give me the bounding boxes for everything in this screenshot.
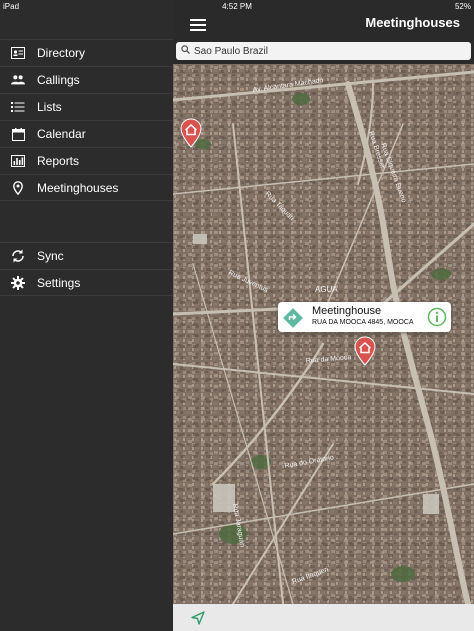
people-icon <box>11 73 25 87</box>
meetinghouse-pin-selected[interactable] <box>354 336 376 371</box>
sidebar-item-label: Reports <box>37 154 80 168</box>
sidebar-item-reports[interactable]: Reports <box>0 147 173 174</box>
sidebar-item-label: Directory <box>37 46 86 60</box>
sidebar-item-lists[interactable]: Lists <box>0 93 173 120</box>
map-imagery: Av. Alcantara Machado Rua Bresser Rua Si… <box>173 64 474 604</box>
sidebar-item-label: Sync <box>37 249 64 263</box>
page-title: Meetinghouses <box>365 15 460 30</box>
status-bar: iPad 4:52 PM 52% <box>0 0 474 12</box>
calendar-icon <box>11 127 25 141</box>
meetinghouse-callout[interactable]: Meetinghouse RUA DA MOOCA 4845, MOOCA <box>278 302 451 332</box>
location-pin-icon <box>11 180 25 195</box>
nav-bar: Meetinghouses <box>173 12 474 39</box>
sidebar-secondary-menu: Sync Settings <box>0 242 173 296</box>
satellite-map[interactable]: Av. Alcantara Machado Rua Bresser Rua Si… <box>173 64 474 604</box>
sidebar-item-label: Lists <box>37 100 62 114</box>
directions-icon[interactable] <box>283 308 303 333</box>
sidebar-item-directory[interactable]: Directory <box>0 39 173 66</box>
search-input[interactable]: Sao Paulo Brazil <box>194 46 268 57</box>
callout-address: RUA DA MOOCA 4845, MOOCA <box>312 319 414 326</box>
hamburger-menu-icon[interactable] <box>190 19 206 31</box>
sidebar: Directory Callings Lists Calendar Report… <box>0 0 173 631</box>
sidebar-item-label: Callings <box>37 73 80 87</box>
sidebar-item-calendar[interactable]: Calendar <box>0 120 173 147</box>
info-icon[interactable] <box>427 307 447 332</box>
search-field[interactable]: Sao Paulo Brazil <box>176 42 471 60</box>
sync-icon <box>11 249 25 263</box>
sidebar-item-meetinghouses[interactable]: Meetinghouses <box>0 174 173 201</box>
bottom-toolbar <box>173 604 474 631</box>
sidebar-item-label: Settings <box>37 275 81 290</box>
clock: 4:52 PM <box>222 2 252 11</box>
sidebar-menu: Directory Callings Lists Calendar Report… <box>0 39 173 201</box>
contact-card-icon <box>11 46 25 60</box>
bar-chart-icon <box>11 154 25 168</box>
sidebar-item-settings[interactable]: Settings <box>0 269 173 296</box>
location-arrow-icon[interactable] <box>191 611 205 630</box>
sidebar-item-callings[interactable]: Callings <box>0 66 173 93</box>
sidebar-item-label: Meetinghouses <box>37 180 119 195</box>
district-label: AGUA <box>315 285 338 294</box>
callout-title: Meetinghouse <box>312 305 382 317</box>
list-icon <box>11 100 25 114</box>
meetinghouse-pin[interactable] <box>180 118 202 153</box>
sidebar-item-label: Calendar <box>37 127 86 141</box>
search-icon <box>181 45 190 57</box>
sidebar-item-sync[interactable]: Sync <box>0 242 173 269</box>
gear-icon <box>11 275 25 290</box>
battery-indicator: 52% <box>454 2 471 11</box>
